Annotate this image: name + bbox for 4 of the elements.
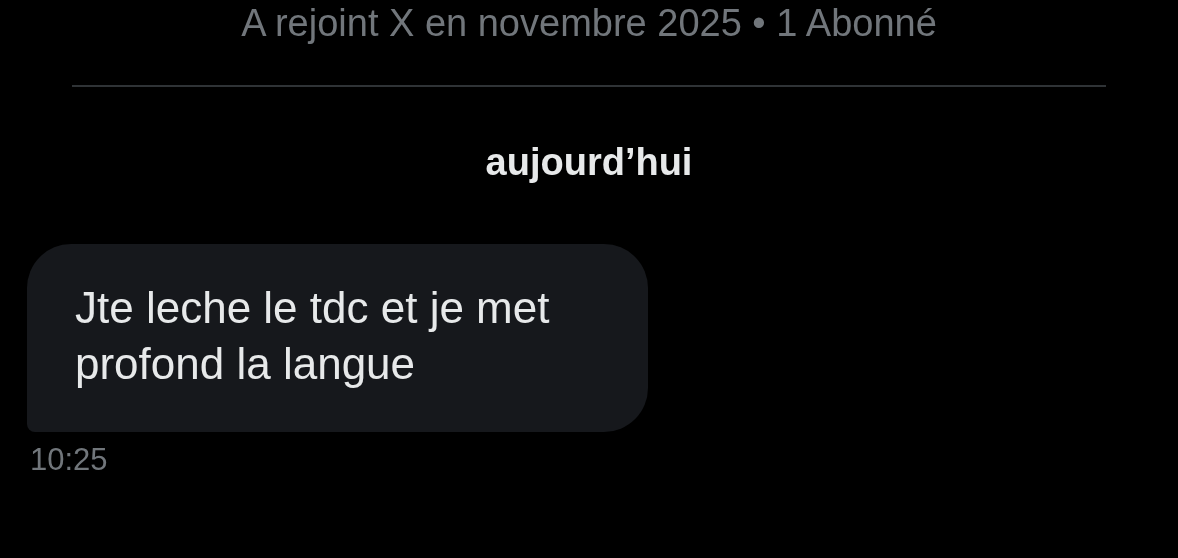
date-separator: aujourd’hui: [485, 141, 693, 184]
message-time: 10:25: [30, 442, 108, 478]
message-bubble: Jte leche le tdc et je met profond la langue: [27, 244, 648, 432]
profile-joined-text: A rejoint X en novembre 2025 • 1 Abonné: [241, 1, 937, 46]
